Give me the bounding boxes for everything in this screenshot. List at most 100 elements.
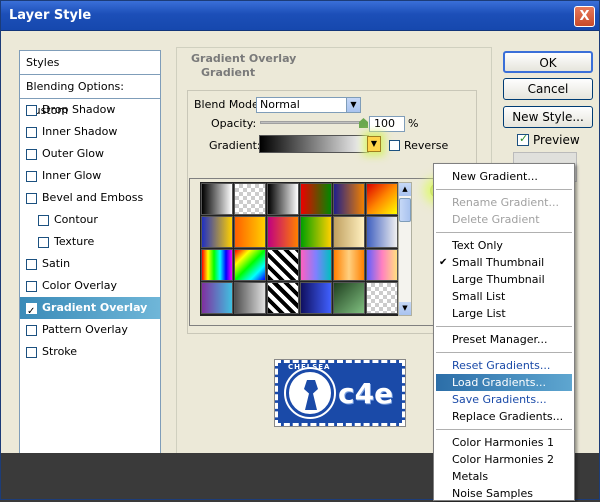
menu-item-new-gradient[interactable]: New Gradient...: [434, 168, 574, 185]
gradient-swatch[interactable]: [366, 183, 398, 215]
chevron-down-icon: ▼: [346, 98, 360, 112]
group-title: Gradient Overlay: [191, 52, 297, 65]
menu-item-noise-samples[interactable]: Noise Samples: [434, 485, 574, 502]
ok-button[interactable]: OK: [503, 51, 593, 73]
scroll-thumb[interactable]: [399, 198, 411, 222]
gradient-swatch[interactable]: [333, 249, 365, 281]
style-checkbox[interactable]: [38, 214, 49, 226]
checkmark-icon: ✔: [439, 257, 448, 268]
style-item-outer-glow[interactable]: Outer Glow: [20, 143, 160, 165]
menu-item-load-gradients[interactable]: Load Gradients...: [436, 374, 572, 391]
gradient-swatch[interactable]: [267, 282, 299, 314]
scroll-down-icon[interactable]: ▼: [399, 302, 411, 315]
gradient-swatch[interactable]: [366, 216, 398, 248]
style-item-bevel-and-emboss[interactable]: Bevel and Emboss: [20, 187, 160, 209]
style-item-satin[interactable]: Satin: [20, 253, 160, 275]
gradient-swatch[interactable]: [201, 282, 233, 314]
style-item-label: Contour: [54, 213, 98, 226]
style-checkbox[interactable]: [26, 346, 37, 358]
opacity-input[interactable]: 100: [369, 116, 405, 132]
style-item-gradient-overlay[interactable]: Gradient Overlay: [20, 297, 160, 323]
style-checkbox[interactable]: [26, 192, 37, 204]
gradient-swatch[interactable]: [300, 249, 332, 281]
menu-item-metals[interactable]: Metals: [434, 468, 574, 485]
style-item-label: Texture: [54, 235, 95, 248]
menu-item-label: Preset Manager...: [452, 333, 548, 346]
gradient-preview-bar[interactable]: [259, 135, 369, 153]
menu-item-label: Text Only: [452, 239, 503, 252]
gradient-swatch[interactable]: [366, 249, 398, 281]
preview-checkbox-box[interactable]: [517, 132, 529, 146]
style-checkbox[interactable]: [38, 236, 49, 248]
menu-item-label: Color Harmonies 1: [452, 436, 555, 449]
menu-item-small-thumbnail[interactable]: ✔ Small Thumbnail: [434, 254, 574, 271]
menu-item-reset-gradients[interactable]: Reset Gradients...: [434, 357, 574, 374]
style-item-pattern-overlay[interactable]: Pattern Overlay: [20, 319, 160, 341]
style-checkbox[interactable]: [26, 126, 37, 138]
gradient-swatch[interactable]: [234, 183, 266, 215]
gradient-swatch[interactable]: [300, 216, 332, 248]
menu-item-small-list[interactable]: Small List: [434, 288, 574, 305]
style-checkbox[interactable]: [26, 170, 37, 182]
title-bar: Layer Style X: [1, 1, 599, 31]
opacity-slider[interactable]: [260, 121, 364, 124]
gradient-swatch[interactable]: [333, 282, 365, 314]
reverse-label: Reverse: [404, 139, 449, 152]
style-item-color-overlay[interactable]: Color Overlay: [20, 275, 160, 297]
preview-label: Preview: [533, 133, 580, 147]
close-button[interactable]: X: [574, 6, 595, 27]
group-subtitle: Gradient: [201, 66, 256, 79]
menu-item-label: Metals: [452, 470, 489, 483]
menu-item-large-list[interactable]: Large List: [434, 305, 574, 322]
gradient-swatch[interactable]: [267, 216, 299, 248]
gradient-swatch[interactable]: [234, 249, 266, 281]
gradient-swatch[interactable]: [267, 249, 299, 281]
style-checkbox[interactable]: [26, 280, 37, 292]
gradient-swatch[interactable]: [333, 183, 365, 215]
menu-item-color-harmonies-2[interactable]: Color Harmonies 2: [434, 451, 574, 468]
style-checkbox[interactable]: [26, 104, 37, 116]
style-checkbox[interactable]: [26, 324, 37, 336]
menu-item-label: Load Gradients...: [452, 376, 546, 389]
gradient-swatch[interactable]: [234, 216, 266, 248]
style-item-inner-shadow[interactable]: Inner Shadow: [20, 121, 160, 143]
style-item-stroke[interactable]: Stroke: [20, 341, 160, 363]
gradient-swatch[interactable]: [300, 183, 332, 215]
gradient-swatch[interactable]: [366, 282, 398, 314]
picker-scrollbar[interactable]: ▲ ▼: [398, 182, 412, 316]
style-checkbox[interactable]: [26, 258, 37, 270]
preview-checkbox[interactable]: Preview: [517, 132, 580, 147]
window-title: Layer Style: [9, 8, 92, 23]
style-item-inner-glow[interactable]: Inner Glow: [20, 165, 160, 187]
gradient-swatch-grid: [200, 182, 400, 316]
chelsea-badge-image: CHELSEA c4e: [274, 359, 406, 427]
gradient-swatch[interactable]: [300, 282, 332, 314]
menu-item-large-thumbnail[interactable]: Large Thumbnail: [434, 271, 574, 288]
scroll-up-icon[interactable]: ▲: [399, 183, 411, 196]
style-checkbox[interactable]: [26, 148, 37, 160]
style-item-texture[interactable]: Texture: [20, 231, 160, 253]
cancel-button[interactable]: Cancel: [503, 78, 593, 100]
menu-item-text-only[interactable]: Text Only: [434, 237, 574, 254]
gradient-swatch[interactable]: [333, 216, 365, 248]
style-item-label: Pattern Overlay: [42, 323, 128, 336]
gradient-swatch[interactable]: [201, 249, 233, 281]
style-item-drop-shadow[interactable]: Drop Shadow: [20, 99, 160, 121]
blending-options-item[interactable]: Blending Options: Custom: [20, 75, 160, 117]
gradient-swatch[interactable]: [201, 216, 233, 248]
blend-mode-select[interactable]: Normal ▼: [256, 97, 361, 113]
styles-header[interactable]: Styles: [20, 51, 160, 75]
menu-item-save-gradients[interactable]: Save Gradients...: [434, 391, 574, 408]
menu-item-preset-manager[interactable]: Preset Manager...: [434, 331, 574, 348]
gradient-picker-dropdown[interactable]: ▼: [367, 136, 381, 152]
gradient-swatch[interactable]: [267, 183, 299, 215]
style-checkbox[interactable]: [26, 301, 37, 323]
gradient-swatch[interactable]: [234, 282, 266, 314]
new-style-button[interactable]: New Style...: [503, 106, 593, 128]
menu-item-label: Small List: [452, 290, 506, 303]
style-item-contour[interactable]: Contour: [20, 209, 160, 231]
gradient-swatch[interactable]: [201, 183, 233, 215]
menu-item-color-harmonies-1[interactable]: Color Harmonies 1: [434, 434, 574, 451]
menu-item-replace-gradients[interactable]: Replace Gradients...: [434, 408, 574, 425]
reverse-checkbox[interactable]: [389, 140, 400, 151]
